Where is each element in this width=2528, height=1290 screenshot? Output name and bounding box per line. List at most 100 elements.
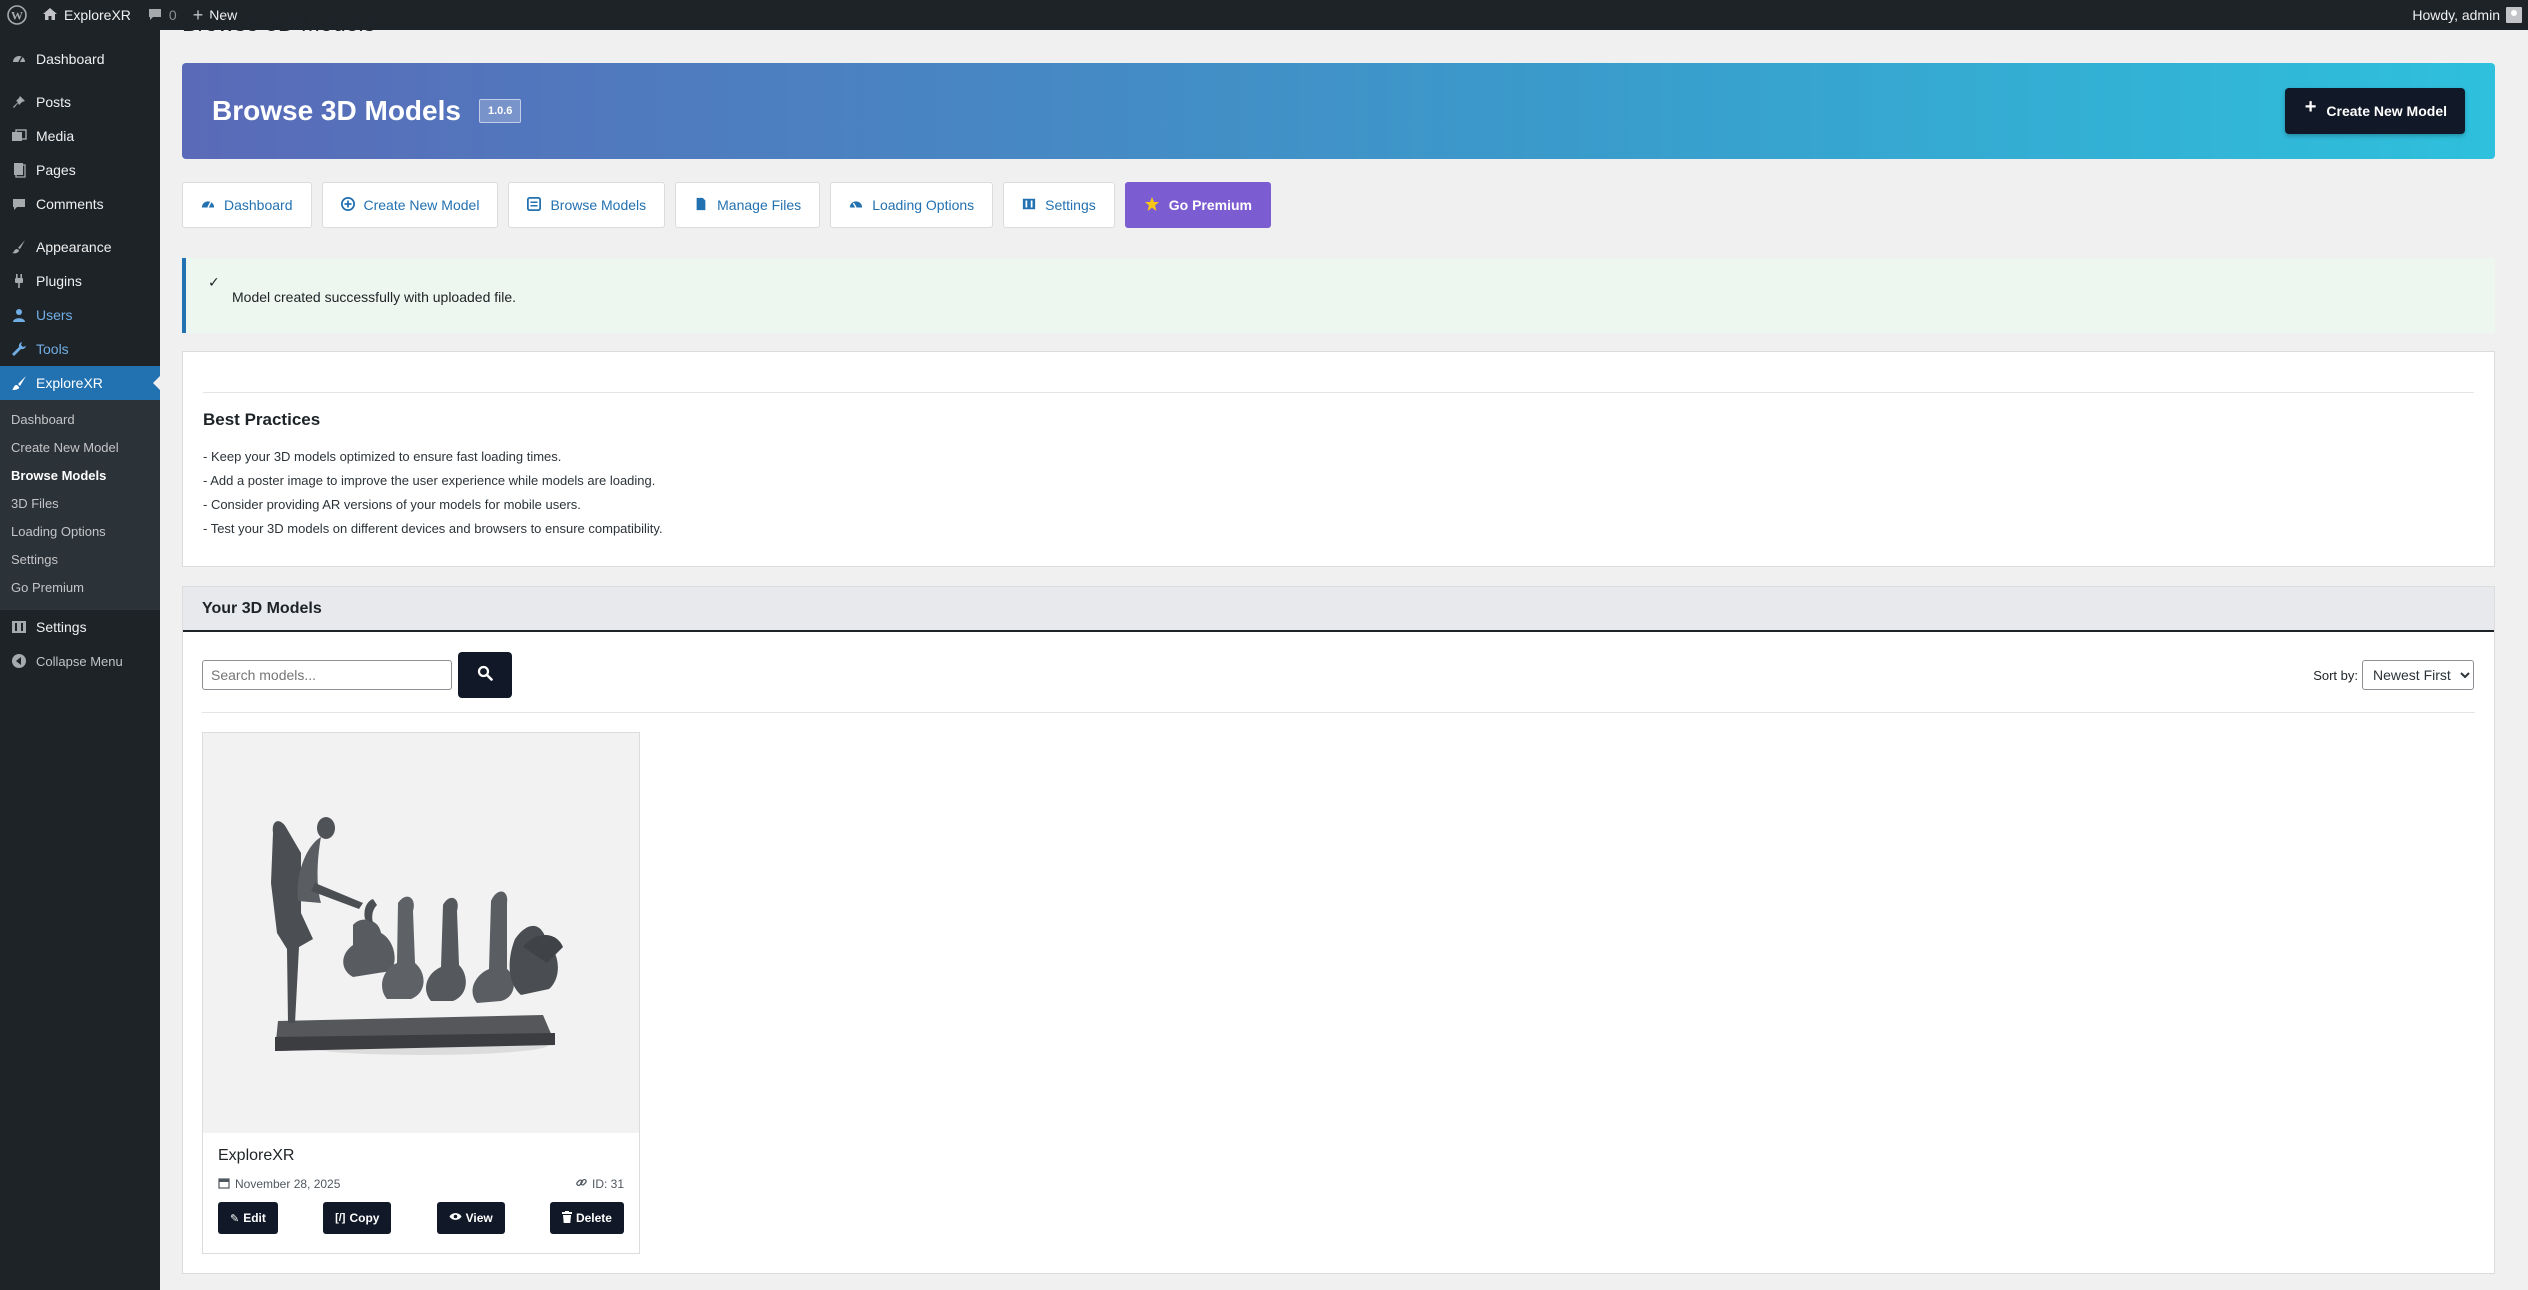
submenu-3d-files[interactable]: 3D Files <box>0 490 160 518</box>
media-icon <box>10 127 28 145</box>
tab-go-premium[interactable]: Go Premium <box>1124 182 1271 228</box>
model-id: ID: 31 <box>575 1176 624 1192</box>
pin-icon <box>10 93 28 111</box>
delete-button[interactable]: Delete <box>549 1202 624 1234</box>
comments-icon <box>10 195 28 213</box>
search-bar <box>202 652 512 698</box>
divider <box>203 392 2474 393</box>
page-title: Browse 3D Models <box>182 10 376 36</box>
admin-sidebar: Dashboard Posts Media Pages Comments App… <box>0 30 160 1290</box>
admin-bar: W ExploreXR 0 + New Howdy, admin <box>0 0 2528 30</box>
dashboard-icon <box>201 197 215 214</box>
create-new-model-button[interactable]: + Create New Model <box>2284 88 2465 134</box>
tab-dashboard[interactable]: Dashboard <box>182 182 312 228</box>
site-name-link[interactable]: ExploreXR <box>34 0 139 30</box>
models-panel-title: Your 3D Models <box>183 587 2494 632</box>
link-icon <box>575 1176 588 1192</box>
sort-select[interactable]: Newest First <box>2362 660 2474 690</box>
plus-icon: + <box>2304 95 2317 118</box>
model-date: November 28, 2025 <box>218 1176 340 1192</box>
comments-link[interactable]: 0 <box>139 0 185 30</box>
paintbrush-icon <box>10 238 28 256</box>
submenu-loading-options[interactable]: Loading Options <box>0 518 160 546</box>
list-item: - Consider providing AR versions of your… <box>203 497 581 512</box>
sidebar-item-dashboard[interactable]: Dashboard <box>0 42 160 76</box>
comment-bubble-icon <box>147 6 163 25</box>
file-icon <box>694 197 708 214</box>
account-menu[interactable]: Howdy, admin <box>2404 0 2528 30</box>
model-card: ExploreXR November 28, 2025 ID: 31 ✎ Edi… <box>202 732 640 1254</box>
tools-icon <box>10 340 28 358</box>
plus-circle-icon <box>340 196 355 214</box>
list-item: - Test your 3D models on different devic… <box>203 521 663 536</box>
users-icon <box>10 306 28 324</box>
submenu-dashboard[interactable]: Dashboard <box>0 406 160 434</box>
eye-icon <box>449 1212 462 1224</box>
sidebar-item-posts[interactable]: Posts <box>0 85 160 119</box>
plugins-icon <box>10 272 28 290</box>
sidebar-item-appearance[interactable]: Appearance <box>0 230 160 264</box>
pencil-icon: ✎ <box>230 1212 240 1225</box>
comments-count: 0 <box>168 7 177 23</box>
submenu-create-new-model[interactable]: Create New Model <box>0 434 160 462</box>
search-input[interactable] <box>202 660 452 690</box>
submenu-go-premium[interactable]: Go Premium <box>0 574 160 602</box>
main-content: Browse 3D Models Browse 3D Models 1.0.6 … <box>160 10 2528 1290</box>
svg-text:W: W <box>11 9 23 23</box>
model-meta: November 28, 2025 ID: 31 <box>218 1176 624 1192</box>
hero-banner: Browse 3D Models 1.0.6 + Create New Mode… <box>182 63 2495 159</box>
calendar-icon <box>218 1177 230 1192</box>
best-practices-title: Best Practices <box>203 410 321 429</box>
search-button[interactable] <box>458 652 512 698</box>
list-item: - Add a poster image to improve the user… <box>203 473 656 488</box>
model-title: ExploreXR <box>218 1147 295 1164</box>
home-icon <box>42 6 58 25</box>
hero-title: Browse 3D Models <box>212 95 461 126</box>
collapse-icon <box>10 652 28 670</box>
copy-button[interactable]: [/] Copy <box>323 1202 392 1234</box>
sort-control: Sort by: Newest First <box>2313 660 2474 690</box>
submenu-browse-models[interactable]: Browse Models <box>0 462 160 490</box>
sidebar-item-comments[interactable]: Comments <box>0 187 160 221</box>
site-name: ExploreXR <box>64 7 131 23</box>
sculpture-image <box>271 817 563 1055</box>
model-actions: ✎ Edit [/] Copy View Delete <box>218 1202 624 1234</box>
list-item: - Keep your 3D models optimized to ensur… <box>203 449 562 464</box>
checkmark-icon: ✓ <box>208 274 220 290</box>
sidebar-item-media[interactable]: Media <box>0 119 160 153</box>
gauge-icon <box>849 197 863 214</box>
star-icon <box>1144 196 1160 215</box>
sidebar-item-settings[interactable]: Settings <box>0 610 160 644</box>
sidebar-item-pages[interactable]: Pages <box>0 153 160 187</box>
tab-settings[interactable]: Settings <box>1003 182 1115 228</box>
model-thumbnail[interactable] <box>203 733 639 1133</box>
pages-icon <box>10 161 28 179</box>
tab-create-new-model[interactable]: Create New Model <box>321 182 499 228</box>
code-icon: [/] <box>335 1212 346 1224</box>
grid-icon <box>527 196 542 214</box>
trash-icon <box>561 1210 572 1226</box>
submenu-settings[interactable]: Settings <box>0 546 160 574</box>
sidebar-item-users[interactable]: Users <box>0 298 160 332</box>
tab-browse-models[interactable]: Browse Models <box>508 182 666 228</box>
avatar <box>2506 7 2522 23</box>
notice-message: Model created successfully with uploaded… <box>232 289 517 305</box>
settings-icon <box>10 618 28 636</box>
sidebar-item-plugins[interactable]: Plugins <box>0 264 160 298</box>
brush-icon <box>10 374 28 392</box>
divider <box>202 712 2475 713</box>
wordpress-logo-icon[interactable]: W <box>0 0 34 30</box>
version-badge: 1.0.6 <box>478 99 522 123</box>
edit-button[interactable]: ✎ Edit <box>218 1202 278 1234</box>
greeting: Howdy, admin <box>2412 7 2500 23</box>
tab-manage-files[interactable]: Manage Files <box>675 182 821 228</box>
sort-label: Sort by: <box>2313 667 2358 683</box>
best-practices-list: - Keep your 3D models optimized to ensur… <box>203 445 663 541</box>
sidebar-item-explorexr[interactable]: ExploreXR <box>0 366 160 400</box>
view-button[interactable]: View <box>436 1202 505 1234</box>
collapse-menu-button[interactable]: Collapse Menu <box>0 644 160 678</box>
tab-loading-options[interactable]: Loading Options <box>830 182 994 228</box>
sidebar-item-tools[interactable]: Tools <box>0 332 160 366</box>
search-icon <box>477 665 493 686</box>
models-panel: Your 3D Models Sort by: Newest First <box>182 586 2495 1274</box>
